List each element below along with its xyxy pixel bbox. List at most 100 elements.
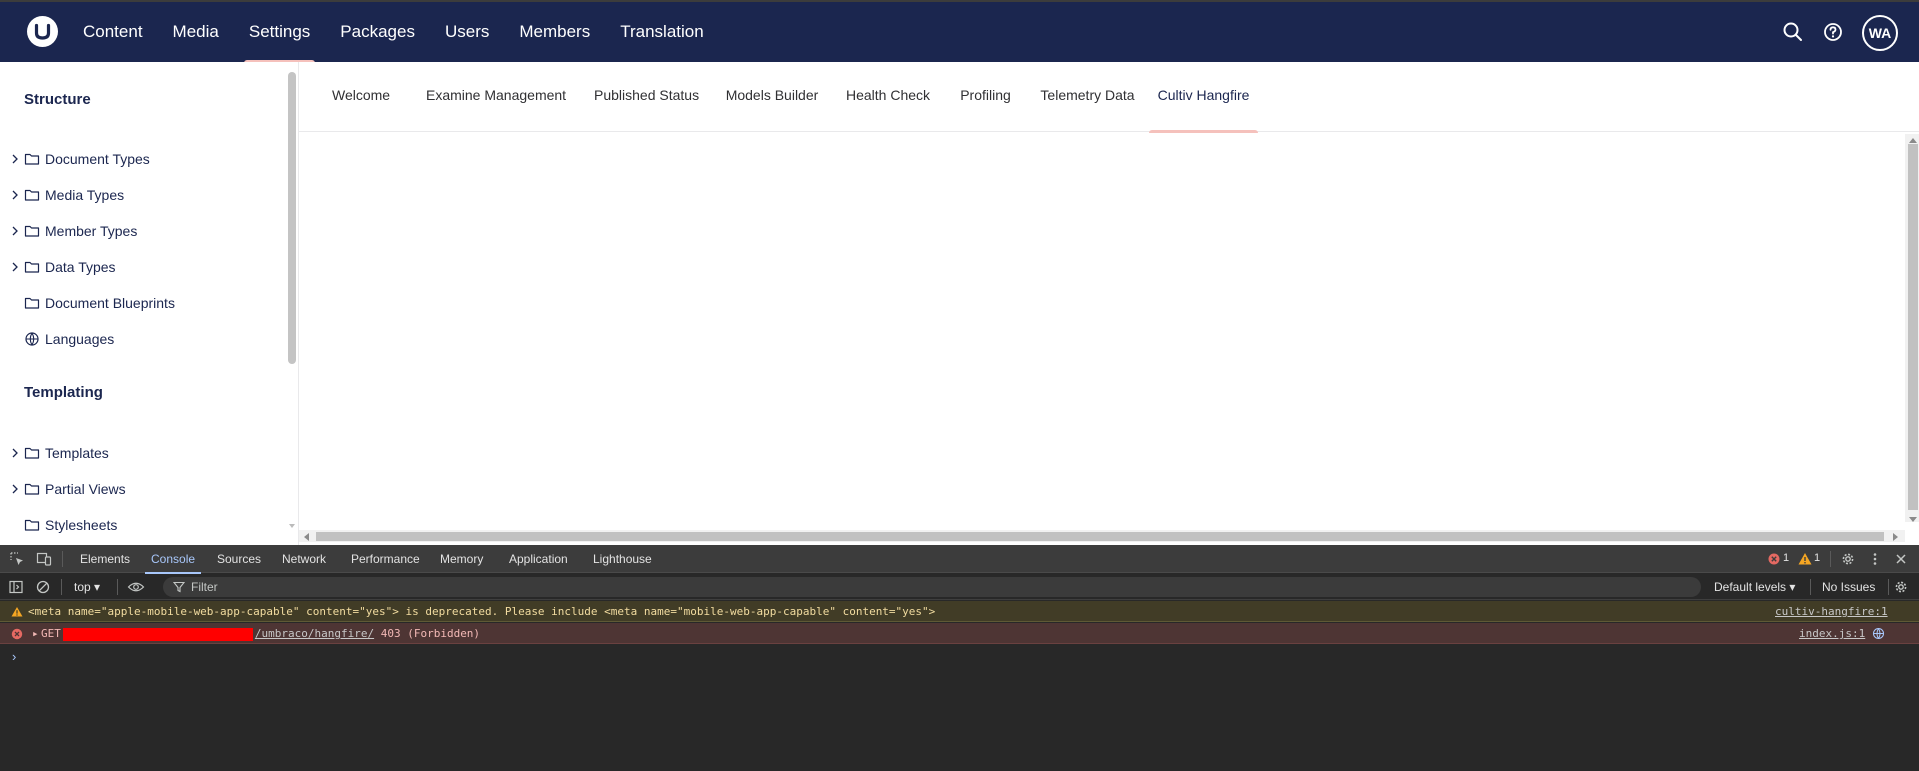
chevron-right-icon[interactable] [10, 224, 20, 236]
nav-item-settings[interactable]: Settings [234, 2, 325, 64]
scroll-up-arrow[interactable] [1909, 138, 1917, 143]
templating-heading: Templating [24, 384, 103, 401]
warning-icon [11, 607, 23, 617]
tab-profiling[interactable]: Profiling [958, 62, 1013, 132]
devtools-tab-bar: Elements Console Sources Network Performance… [0, 545, 1919, 574]
error-count-icon[interactable] [1766, 551, 1782, 567]
device-toolbar-icon[interactable] [36, 551, 52, 567]
section-nav: Content Media Settings Packages Users Members… [68, 2, 719, 64]
console-error-message[interactable]: ▸ GET/umbraco/hangfire/ 403 (Forbidden) … [0, 623, 1919, 644]
more-options-icon[interactable] [1867, 551, 1883, 567]
nav-item-members[interactable]: Members [504, 2, 605, 62]
content-horizontal-scrollbar-thumb[interactable] [316, 532, 1884, 541]
settings-gear-icon[interactable] [1840, 551, 1856, 567]
tree-item-document-types[interactable]: Document Types [0, 143, 285, 175]
content-vertical-scrollbar-thumb[interactable] [1908, 144, 1918, 510]
warning-source-link[interactable]: cultiv-hangfire:1 [1775, 601, 1888, 622]
search-icon[interactable] [1780, 19, 1806, 45]
devtools-tab-application[interactable]: Application [509, 545, 568, 573]
chevron-right-icon[interactable] [10, 482, 20, 494]
tab-welcome[interactable]: Welcome [332, 62, 390, 132]
devtools-tab-memory[interactable]: Memory [440, 545, 483, 573]
console-filter-input[interactable]: Filter [163, 577, 1701, 597]
network-request-icon[interactable] [1872, 627, 1885, 640]
warning-count-icon[interactable] [1797, 551, 1813, 567]
sidebar-scroll-down-arrow[interactable] [289, 524, 295, 528]
nav-item-content[interactable]: Content [68, 2, 158, 62]
tab-telemetry-data[interactable]: Telemetry Data [1039, 62, 1136, 132]
scroll-down-arrow[interactable] [1909, 517, 1917, 522]
tree-item-member-types[interactable]: Member Types [0, 215, 285, 247]
console-settings-gear-icon[interactable] [1893, 579, 1909, 595]
context-selector-label: top [74, 580, 91, 594]
sidebar-toggle-icon[interactable] [8, 579, 24, 595]
clear-console-icon[interactable] [35, 579, 51, 595]
error-source-link[interactable]: index.js:1 [1799, 623, 1865, 644]
folder-icon [24, 223, 40, 239]
error-url-link[interactable]: /umbraco/hangfire/ [255, 627, 374, 640]
tree-item-templates[interactable]: Templates [0, 437, 285, 469]
inspect-element-icon[interactable] [9, 551, 25, 567]
nav-item-media[interactable]: Media [158, 2, 234, 62]
log-levels-dropdown[interactable]: Default levels ▾ [1714, 580, 1795, 594]
folder-icon [24, 517, 40, 533]
tab-published-status[interactable]: Published Status [594, 62, 699, 132]
user-avatar[interactable]: WA [1862, 15, 1898, 51]
help-icon[interactable] [1820, 19, 1846, 45]
tree-item-partial-views[interactable]: Partial Views [0, 473, 285, 505]
console-warning-message[interactable]: <meta name="apple-mobile-web-app-capable… [0, 601, 1919, 622]
caret-down-icon: ▾ [1789, 580, 1796, 594]
devtools-tab-network[interactable]: Network [282, 545, 326, 573]
chevron-right-icon[interactable] [10, 260, 20, 272]
nav-item-translation[interactable]: Translation [605, 2, 718, 62]
devtools-tab-lighthouse[interactable]: Lighthouse [593, 545, 652, 573]
tree-item-document-blueprints[interactable]: Document Blueprints [0, 287, 285, 319]
error-method: GET [41, 627, 61, 640]
chevron-right-icon[interactable] [10, 446, 20, 458]
devtools-tab-console[interactable]: Console [144, 545, 202, 574]
tree-item-languages[interactable]: Languages [0, 323, 285, 355]
toolbar-separator [1888, 579, 1889, 595]
dashboard-area: Welcome Examine Management Published Statu… [299, 62, 1919, 545]
content-horizontal-scrollbar[interactable] [299, 530, 1905, 542]
tab-cultiv-hangfire[interactable]: Cultiv Hangfire [1149, 62, 1258, 133]
warning-count[interactable]: 1 [1814, 552, 1820, 564]
tree-item-label: Media Types [45, 187, 125, 203]
umbraco-logo-icon[interactable] [27, 16, 58, 47]
error-count[interactable]: 1 [1783, 552, 1789, 564]
tree-item-label: Document Types [45, 151, 150, 167]
tree-item-label: Partial Views [45, 481, 126, 497]
caret-down-icon: ▾ [94, 580, 101, 594]
devtools-separator [1830, 551, 1831, 567]
chevron-right-icon[interactable] [10, 188, 20, 200]
filter-placeholder: Filter [191, 580, 218, 594]
content-vertical-scrollbar[interactable] [1905, 134, 1919, 522]
tree-item-media-types[interactable]: Media Types [0, 179, 285, 211]
nav-item-packages[interactable]: Packages [325, 2, 430, 62]
settings-sidebar: Structure Document Types Media Types Membe… [0, 62, 298, 545]
devtools-tab-performance[interactable]: Performance [351, 545, 420, 573]
console-toolbar: top ▾ Filter Default levels ▾ No Issues [0, 574, 1919, 600]
live-expression-eye-icon[interactable] [127, 579, 145, 595]
devtools-tab-elements[interactable]: Elements [80, 545, 130, 573]
error-expand-icon[interactable]: ▸ [32, 623, 39, 644]
close-devtools-icon[interactable] [1893, 551, 1909, 567]
folder-icon [24, 481, 40, 497]
tab-models-builder[interactable]: Models Builder [725, 62, 819, 132]
tree-item-label: Data Types [45, 259, 116, 275]
issues-button[interactable]: No Issues [1822, 580, 1875, 594]
nav-item-users[interactable]: Users [430, 2, 504, 62]
scroll-left-arrow[interactable] [304, 533, 309, 541]
scroll-right-arrow[interactable] [1893, 533, 1898, 541]
devtools-panel: Elements Console Sources Network Performance… [0, 545, 1919, 771]
tab-health-check[interactable]: Health Check [845, 62, 931, 132]
context-selector[interactable]: top ▾ [74, 580, 100, 594]
sidebar-scrollbar[interactable] [288, 72, 296, 364]
devtools-tab-sources[interactable]: Sources [217, 545, 261, 573]
console-prompt-icon[interactable]: › [12, 649, 16, 664]
folder-icon [24, 295, 40, 311]
tree-item-data-types[interactable]: Data Types [0, 251, 285, 283]
chevron-right-icon[interactable] [10, 152, 20, 164]
tree-item-stylesheets[interactable]: Stylesheets [0, 509, 285, 541]
tab-examine-management[interactable]: Examine Management [426, 62, 566, 132]
